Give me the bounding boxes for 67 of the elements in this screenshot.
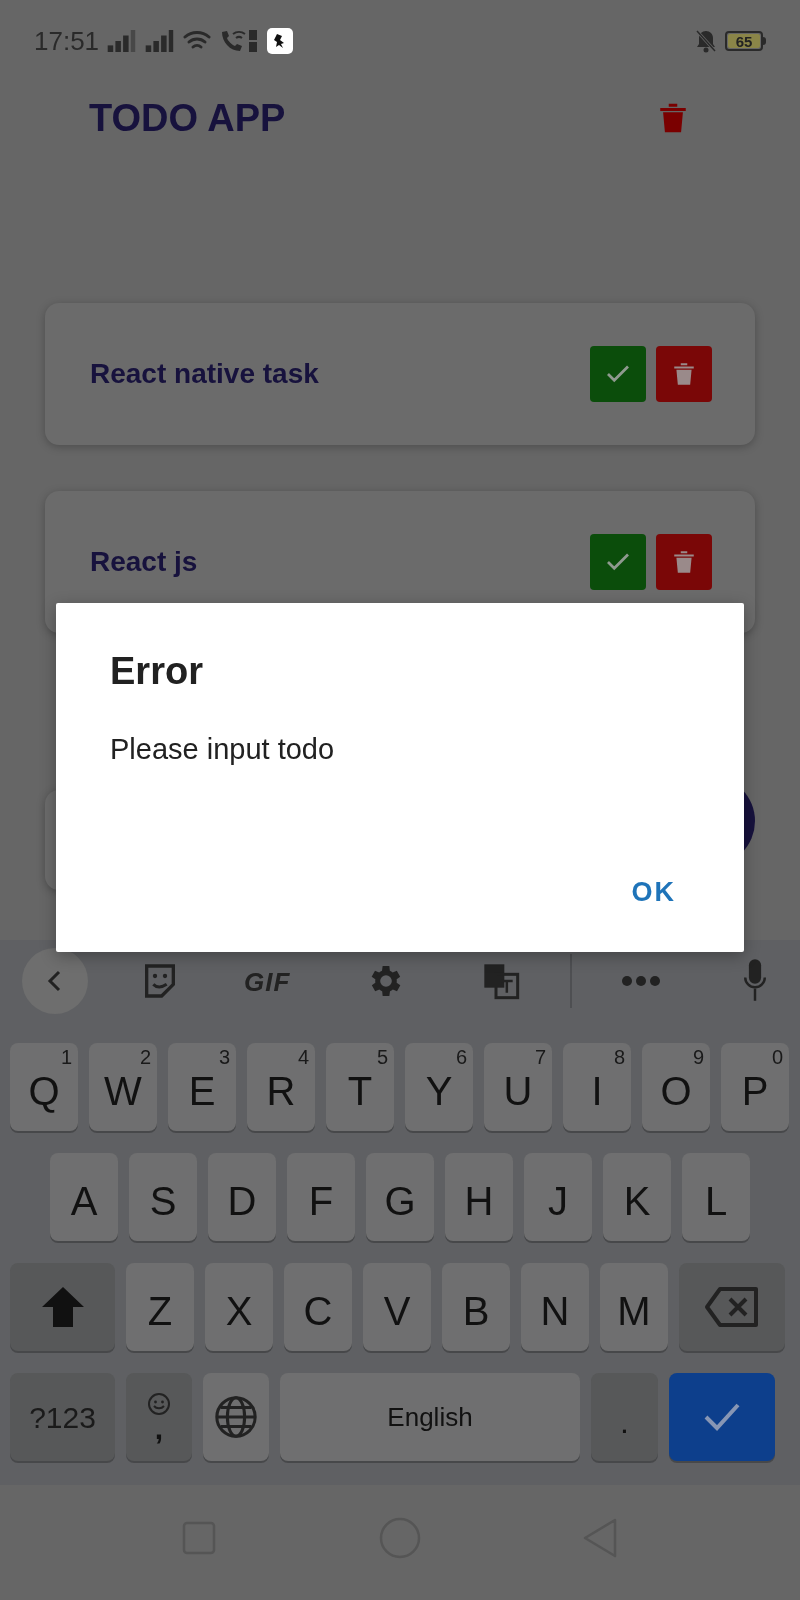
letter-key[interactable]: R 4 — [247, 1043, 315, 1131]
more-icon[interactable] — [621, 975, 661, 987]
letter-key[interactable]: F — [287, 1153, 355, 1241]
app-title: TODO APP — [89, 95, 286, 141]
letter-key[interactable]: D — [208, 1153, 276, 1241]
number-hint: 2 — [139, 1047, 151, 1067]
letter-key[interactable]: G — [366, 1153, 434, 1241]
letter-key[interactable]: Y 6 — [405, 1043, 473, 1131]
letter-key[interactable]: E 3 — [168, 1043, 236, 1131]
bell-muted-icon — [695, 29, 717, 53]
delete-button[interactable] — [656, 534, 712, 590]
letter-key[interactable]: H — [445, 1153, 513, 1241]
signal-icon — [145, 30, 176, 52]
number-hint: 8 — [613, 1047, 625, 1067]
letter-key[interactable]: V — [363, 1263, 431, 1351]
complete-button[interactable] — [590, 346, 646, 402]
todo-text: React native task — [90, 357, 319, 391]
period-key[interactable]: . — [591, 1373, 658, 1461]
letter-key[interactable]: U 7 — [484, 1043, 552, 1131]
letter-key[interactable]: S — [129, 1153, 197, 1241]
letter-key[interactable]: P 0 — [721, 1043, 789, 1131]
letter-key[interactable]: L — [682, 1153, 750, 1241]
letter-key[interactable]: O 9 — [642, 1043, 710, 1131]
app-notification-icon — [267, 28, 294, 54]
number-hint: 7 — [534, 1047, 546, 1067]
backspace-icon — [704, 1286, 760, 1328]
letter-key[interactable]: A — [50, 1153, 118, 1241]
letter-key[interactable]: C — [284, 1263, 352, 1351]
symbols-key[interactable]: ?123 — [10, 1373, 115, 1461]
letter-key[interactable]: W 2 — [89, 1043, 157, 1131]
letter-key[interactable]: Q 1 — [10, 1043, 78, 1131]
dialog-message: Please input todo — [110, 732, 335, 767]
letter-key[interactable]: M — [600, 1263, 668, 1351]
battery-level: 65 — [728, 34, 760, 48]
globe-key[interactable] — [203, 1373, 269, 1461]
complete-button[interactable] — [590, 534, 646, 590]
letter-key[interactable]: T 5 — [326, 1043, 394, 1131]
number-hint: 6 — [455, 1047, 467, 1067]
smiley-icon — [147, 1392, 171, 1416]
emoji-key[interactable]: , — [126, 1373, 192, 1461]
backspace-key[interactable] — [679, 1263, 785, 1351]
gif-button[interactable]: GIF — [244, 967, 291, 997]
dialog-title: Error — [110, 649, 203, 694]
letter-key[interactable]: J — [524, 1153, 592, 1241]
number-hint: 0 — [771, 1047, 783, 1067]
letter-key[interactable]: K — [603, 1153, 671, 1241]
wifi-call-icon — [219, 28, 260, 54]
shift-key[interactable] — [10, 1263, 115, 1351]
delete-button[interactable] — [656, 346, 712, 402]
status-time: 17:51 — [34, 24, 100, 58]
globe-icon — [213, 1394, 259, 1440]
done-key[interactable] — [669, 1373, 775, 1461]
letter-key[interactable]: B — [442, 1263, 510, 1351]
letter-key[interactable]: X — [205, 1263, 273, 1351]
signal-icon — [107, 30, 138, 52]
number-hint: 5 — [376, 1047, 388, 1067]
letter-key[interactable]: Z — [126, 1263, 194, 1351]
check-icon — [702, 1401, 742, 1433]
number-hint: 4 — [297, 1047, 309, 1067]
number-hint: 3 — [218, 1047, 230, 1067]
letter-key[interactable]: I 8 — [563, 1043, 631, 1131]
letter-key[interactable]: N — [521, 1263, 589, 1351]
number-hint: 1 — [60, 1047, 72, 1067]
ok-button[interactable]: OK — [623, 871, 684, 912]
space-key[interactable]: English — [280, 1373, 580, 1461]
number-hint: 9 — [692, 1047, 704, 1067]
todo-text: React js — [90, 545, 198, 579]
